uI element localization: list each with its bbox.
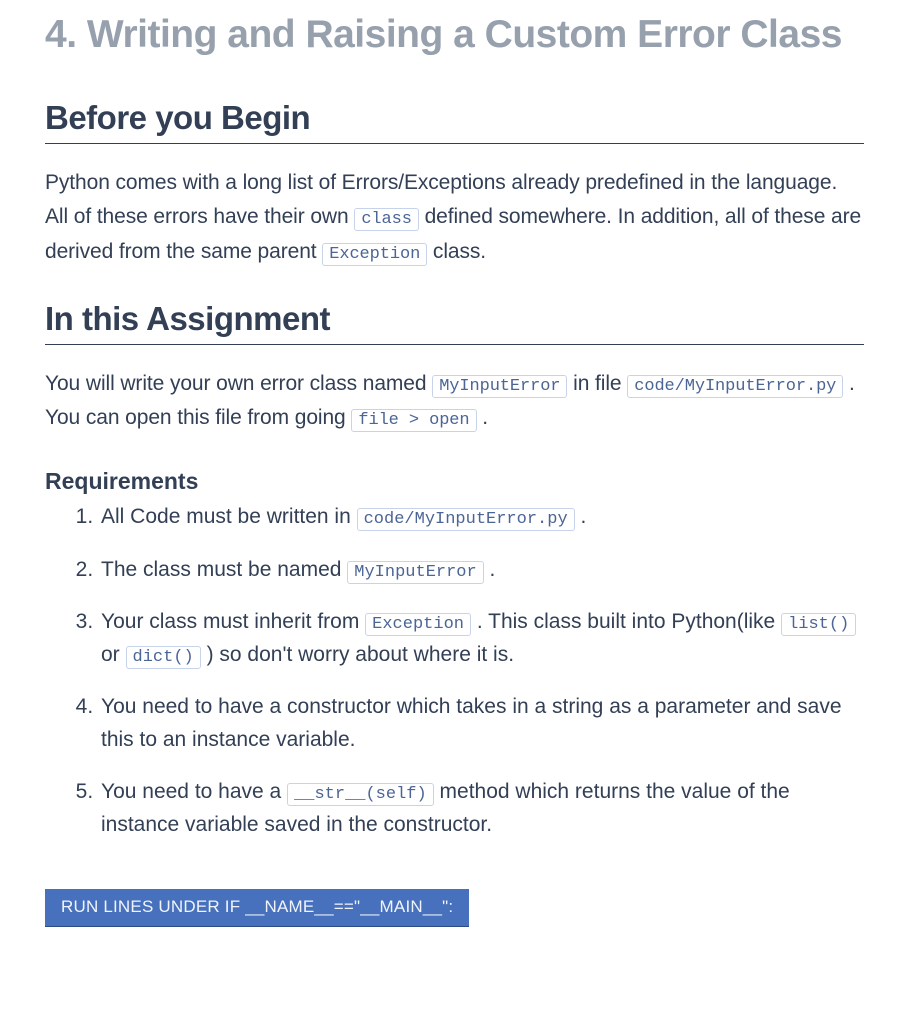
text-fragment: You will write your own error class name… [45,372,432,395]
list-item: The class must be named MyInputError . [99,554,864,587]
list-item: You need to have a constructor which tak… [99,691,864,756]
text-fragment: You need to have a constructor which tak… [101,695,842,751]
section-heading-assignment: In this Assignment [45,300,864,345]
code-inline-str-method: __str__(self) [287,783,434,806]
code-inline-myinputerror: MyInputError [432,375,567,398]
text-fragment: . [490,558,496,581]
assignment-paragraph: You will write your own error class name… [45,367,864,436]
requirements-list: All Code must be written in code/MyInput… [45,501,864,841]
text-fragment: . This class built into Python(like [477,610,781,633]
run-cell-button[interactable]: RUN LINES UNDER IF __NAME__=="__MAIN__": [45,889,469,926]
text-fragment: . [482,406,488,429]
assignment-document: 4. Writing and Raising a Custom Error Cl… [0,12,909,966]
page-title: 4. Writing and Raising a Custom Error Cl… [45,12,864,59]
code-inline-class: class [354,208,419,231]
list-item: All Code must be written in code/MyInput… [99,501,864,534]
code-inline-exception: Exception [322,243,427,266]
code-inline-fileopen: file > open [351,409,476,432]
text-fragment: You need to have a [101,780,287,803]
text-fragment: ) so don't worry about where it is. [207,643,514,666]
section-heading-before: Before you Begin [45,99,864,144]
before-paragraph: Python comes with a long list of Errors/… [45,166,864,270]
text-fragment: All Code must be written in [101,505,357,528]
text-fragment: or [101,643,126,666]
code-inline-dict: dict() [126,646,201,669]
code-inline-filepath: code/MyInputError.py [357,508,575,531]
text-fragment: in file [573,372,627,395]
text-fragment: The class must be named [101,558,347,581]
text-fragment: . [581,505,587,528]
text-fragment: Your class must inherit from [101,610,365,633]
text-fragment: class. [433,240,486,263]
code-inline-filepath: code/MyInputError.py [627,375,843,398]
code-inline-exception: Exception [365,613,471,636]
list-item: Your class must inherit from Exception .… [99,606,864,671]
code-inline-myinputerror: MyInputError [347,561,483,584]
requirements-heading: Requirements [45,468,864,495]
code-inline-list: list() [781,613,856,636]
list-item: You need to have a __str__(self) method … [99,776,864,841]
